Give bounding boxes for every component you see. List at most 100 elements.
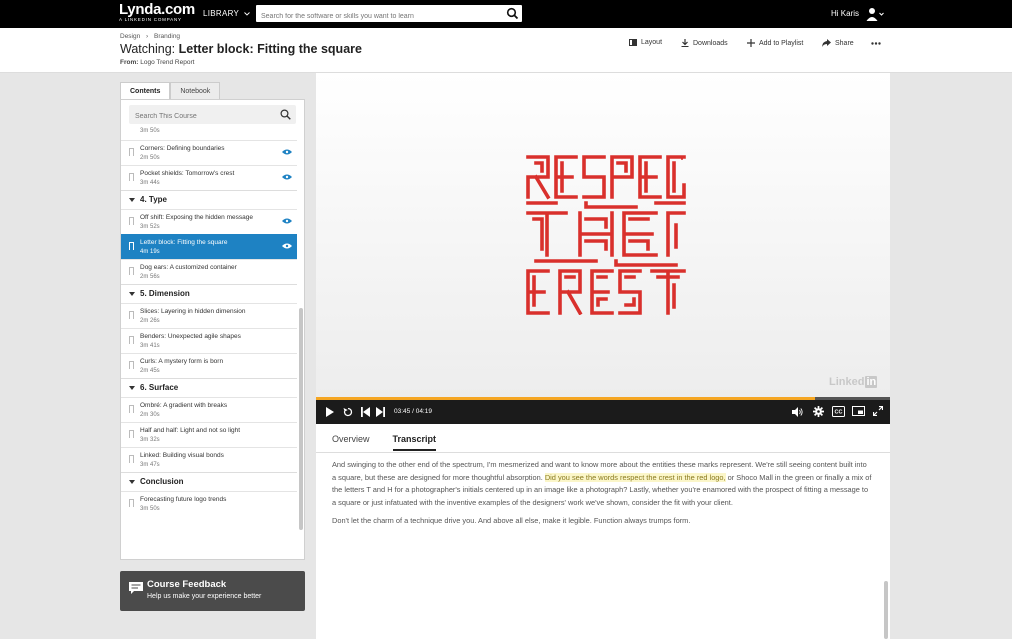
eye-icon — [282, 174, 292, 180]
user-greeting[interactable]: Hi Karis — [831, 9, 859, 18]
current-time: 03:45 — [394, 408, 411, 415]
bookmark-icon[interactable] — [129, 267, 134, 275]
transcript-paragraph[interactable]: Don't let the charm of a technique drive… — [332, 515, 872, 528]
partial-item-duration: 3m 50s — [140, 128, 160, 134]
bookmark-icon[interactable] — [129, 148, 134, 156]
lynda-logo[interactable]: Lynda.com A LINKEDIN COMPANY — [119, 1, 195, 23]
table-of-contents[interactable]: 3m 50s Corners: Defining boundaries 2m 50s… — [121, 100, 297, 559]
previous-icon[interactable] — [361, 407, 370, 417]
bookmark-icon[interactable] — [129, 242, 134, 250]
tab-contents[interactable]: Contents — [120, 82, 171, 99]
bookmark-icon[interactable] — [129, 405, 134, 413]
svg-text:CC: CC — [835, 410, 843, 416]
video-item-title: Forecasting future logo trends — [140, 496, 227, 503]
section-header[interactable]: 4. Type — [121, 190, 297, 208]
course-contents: 3m 50s Corners: Defining boundaries 2m 50s… — [120, 99, 305, 560]
bookmark-icon[interactable] — [129, 455, 134, 463]
logo-maze-stroke — [526, 201, 686, 209]
add-playlist-label: Add to Playlist — [759, 39, 804, 47]
search-icon[interactable] — [280, 109, 291, 120]
section-header[interactable]: 5. Dimension — [121, 284, 297, 302]
logo-maze-stroke — [554, 155, 578, 199]
transcript-scrollbar[interactable] — [884, 581, 888, 639]
settings-gear-icon[interactable] — [813, 406, 824, 417]
caret-down-icon — [129, 197, 135, 202]
tab-notebook[interactable]: Notebook — [170, 82, 221, 99]
more-options-icon[interactable] — [871, 42, 881, 45]
transcript-current-segment[interactable]: Did you see the words respect the crest … — [544, 472, 726, 482]
bookmark-icon[interactable] — [129, 499, 134, 507]
fullscreen-icon[interactable] — [873, 406, 883, 416]
caret-down-icon — [129, 479, 135, 484]
global-search-input[interactable] — [256, 8, 496, 25]
video-list-item[interactable]: Corners: Defining boundaries 2m 50s — [121, 140, 297, 165]
library-menu[interactable]: LIBRARY — [203, 9, 250, 18]
volume-icon[interactable] — [792, 407, 803, 417]
bookmark-icon[interactable] — [129, 430, 134, 438]
video-item-duration: 2m 26s — [140, 318, 160, 324]
bookmark-icon[interactable] — [129, 217, 134, 225]
feedback-title: Course Feedback — [147, 579, 227, 590]
replay-icon[interactable] — [343, 407, 353, 417]
eye-icon — [282, 149, 292, 155]
breadcrumb-design[interactable]: Design — [120, 33, 140, 40]
breadcrumb-branding[interactable]: Branding — [154, 33, 180, 40]
bookmark-icon[interactable] — [129, 173, 134, 181]
bookmark-icon[interactable] — [129, 361, 134, 369]
picture-in-picture-icon[interactable] — [852, 406, 865, 417]
video-item-duration: 2m 30s — [140, 412, 160, 418]
video-player[interactable] — [316, 73, 890, 398]
video-list-item[interactable]: Ombré: A gradient with breaks 2m 30s — [121, 397, 297, 422]
tab-transcript[interactable]: Transcript — [392, 434, 437, 451]
video-list-item[interactable]: Curls: A mystery form is born 2m 45s — [121, 353, 297, 378]
video-item-title: Off shift: Exposing the hidden message — [140, 214, 253, 221]
video-item-duration: 3m 52s — [140, 224, 160, 230]
video-list-item[interactable]: Off shift: Exposing the hidden message 3m… — [121, 209, 297, 234]
watching-prefix: Watching: — [120, 42, 176, 56]
tab-overview[interactable]: Overview — [332, 434, 370, 451]
video-item-duration: 3m 41s — [140, 343, 160, 349]
sidebar-scrollbar[interactable] — [299, 308, 303, 530]
video-list-item[interactable]: Pocket shields: Tomorrow's crest 3m 44s — [121, 165, 297, 190]
course-link[interactable]: Logo Trend Report — [140, 59, 194, 66]
eye-icon — [282, 218, 292, 224]
video-item-title: Slices: Layering in hidden dimension — [140, 308, 246, 315]
play-icon[interactable] — [326, 407, 334, 417]
feedback-subtitle: Help us make your experience better — [147, 593, 262, 600]
next-icon[interactable] — [376, 407, 385, 417]
chevron-right-icon: › — [146, 33, 149, 40]
video-item-duration: 2m 56s — [140, 274, 160, 280]
brand-name: Lynda.com — [119, 1, 195, 18]
video-list-item[interactable]: Half and half: Light and not so light 3m … — [121, 422, 297, 447]
caret-down-icon — [129, 291, 135, 296]
closed-captions-icon[interactable]: CC — [832, 406, 845, 417]
section-header[interactable]: 6. Surface — [121, 378, 297, 396]
layout-button[interactable]: Layout — [629, 39, 662, 46]
respect-the-crest-logo — [526, 155, 686, 315]
section-title: 6. Surface — [140, 383, 179, 392]
logo-maze-stroke — [582, 155, 606, 199]
eye-icon — [282, 243, 292, 249]
course-feedback-button[interactable]: Course Feedback Help us make your experi… — [120, 571, 305, 611]
video-list-item[interactable]: Slices: Layering in hidden dimension 2m 2… — [121, 303, 297, 328]
video-list-item[interactable]: Benders: Unexpected agile shapes 3m 41s — [121, 328, 297, 353]
downloads-button[interactable]: Downloads — [681, 39, 728, 47]
bookmark-icon[interactable] — [129, 311, 134, 319]
add-to-playlist-button[interactable]: Add to Playlist — [747, 39, 803, 47]
video-item-duration: 2m 50s — [140, 155, 160, 161]
bookmark-icon[interactable] — [129, 336, 134, 344]
search-icon[interactable] — [506, 7, 519, 20]
course-search-input[interactable] — [129, 107, 274, 126]
user-avatar-icon[interactable] — [866, 7, 884, 21]
video-list-item[interactable]: Linked: Building visual bonds 3m 47s — [121, 447, 297, 472]
section-header[interactable]: Conclusion — [121, 472, 297, 490]
video-list-item[interactable]: Letter block: Fitting the square 4m 19s — [121, 234, 297, 259]
video-item-duration: 3m 47s — [140, 462, 160, 468]
top-nav: Lynda.com A LINKEDIN COMPANY LIBRARY Hi … — [0, 0, 1012, 28]
video-item-title: Benders: Unexpected agile shapes — [140, 333, 241, 340]
course-search — [129, 105, 296, 126]
video-list-item[interactable]: Forecasting future logo trends 3m 50s — [121, 491, 297, 516]
video-list-item[interactable]: Dog ears: A customized container 2m 56s — [121, 259, 297, 284]
share-button[interactable]: Share — [822, 39, 854, 47]
video-item-title: Letter block: Fitting the square — [140, 239, 228, 246]
